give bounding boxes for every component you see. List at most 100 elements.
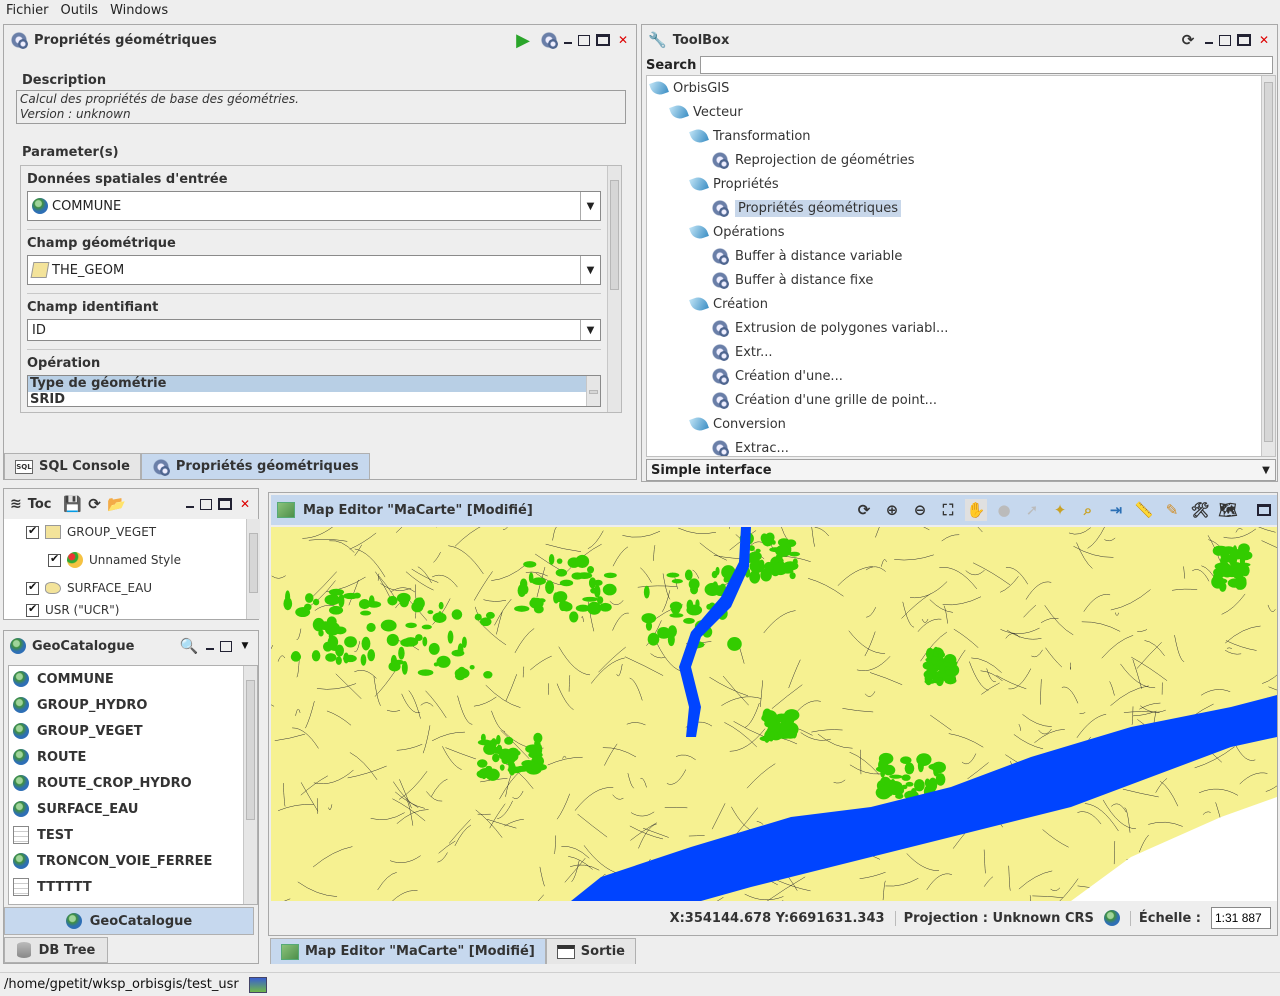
save-icon[interactable]: 💾 <box>62 493 84 515</box>
list-item[interactable]: ROUTE_CROP_HYDRO <box>9 770 257 796</box>
tree-folder[interactable]: Conversion <box>689 412 786 436</box>
minimize-icon[interactable] <box>206 642 214 650</box>
zoom-out-icon[interactable]: ⊖ <box>909 499 931 521</box>
refresh-icon[interactable]: ⟳ <box>84 493 106 515</box>
map-rendering[interactable] <box>271 527 1277 901</box>
tab-db-tree[interactable]: DB Tree <box>4 937 108 963</box>
simple-interface-combo[interactable]: Simple interface ▼ <box>646 459 1276 481</box>
list-item[interactable]: SURFACE_EAU <box>9 796 257 822</box>
info-icon[interactable]: ● <box>993 499 1015 521</box>
list-item[interactable]: COMMUNE <box>9 666 257 692</box>
checkbox[interactable] <box>48 552 61 567</box>
chevron-down-icon[interactable]: ▼ <box>580 256 600 284</box>
close-icon[interactable]: ✕ <box>1257 33 1271 47</box>
chevron-down-icon[interactable]: ▼ <box>580 320 600 340</box>
chevron-down-icon[interactable]: ▼ <box>238 639 252 653</box>
select-icon[interactable]: ➚ <box>1021 499 1043 521</box>
chevron-down-icon[interactable]: ▼ <box>580 192 600 220</box>
search-icon[interactable]: 🔍 <box>178 635 200 657</box>
scrollbar[interactable] <box>586 376 600 406</box>
tree-tool[interactable]: Extrac... <box>711 436 789 456</box>
toc-layer[interactable]: USR ("UCR") <box>26 603 119 617</box>
export-icon[interactable]: ⇥ <box>1105 499 1127 521</box>
list-item[interactable]: Type de géométrie <box>28 376 600 392</box>
checkbox[interactable] <box>26 524 39 539</box>
zoom-in-icon[interactable]: ⊕ <box>881 499 903 521</box>
scrollbar[interactable] <box>1261 76 1275 456</box>
folder-icon[interactable]: 📂 <box>106 493 128 515</box>
tab-geocatalogue[interactable]: GeoCatalogue <box>4 907 254 935</box>
maximize-icon[interactable] <box>1257 504 1271 516</box>
minimize-icon[interactable] <box>186 500 194 508</box>
scale-input[interactable] <box>1211 907 1271 929</box>
checkbox[interactable] <box>26 580 39 595</box>
tab-sortie[interactable]: Sortie <box>545 938 636 964</box>
list-item[interactable]: SRID <box>28 392 600 406</box>
find-icon[interactable]: ⌕ <box>1077 499 1099 521</box>
id-field-combo[interactable]: ID ▼ <box>27 319 601 341</box>
run-icon[interactable]: ▶ <box>512 29 534 51</box>
tree-folder[interactable]: Transformation <box>689 124 811 148</box>
list-item[interactable]: TRONCON_VOIE_FERREE <box>9 848 257 874</box>
tree-tool[interactable]: Buffer à distance fixe <box>711 268 873 292</box>
crs-icon[interactable] <box>1103 910 1120 926</box>
float-icon[interactable] <box>220 640 232 652</box>
maximize-icon[interactable] <box>218 498 232 510</box>
tab-sql-console[interactable]: SQL SQL Console <box>4 453 141 479</box>
tree-tool[interactable]: Extr... <box>711 340 773 364</box>
list-item[interactable]: GROUP_HYDRO <box>9 692 257 718</box>
input-data-combo[interactable]: COMMUNE ▼ <box>27 191 601 221</box>
maximize-icon[interactable] <box>596 34 610 46</box>
map-canvas[interactable] <box>271 527 1277 901</box>
maximize-icon[interactable] <box>1237 34 1251 46</box>
menu-outils[interactable]: Outils <box>55 3 105 18</box>
tree-tool[interactable]: Création d'une... <box>711 364 843 388</box>
toc-style[interactable]: Unnamed Style <box>48 549 181 571</box>
minimize-icon[interactable] <box>1205 36 1213 44</box>
tab-geometric-properties[interactable]: Propriétés géométriques <box>140 453 370 479</box>
geom-field-combo[interactable]: THE_GEOM ▼ <box>27 255 601 285</box>
close-icon[interactable]: ✕ <box>616 33 630 47</box>
refresh-icon[interactable]: ⟳ <box>853 499 875 521</box>
menu-fichier[interactable]: Fichier <box>0 3 55 18</box>
tree-tool[interactable]: Propriétés géométriques <box>711 196 902 220</box>
zoom-extent-icon[interactable]: ⛶ <box>937 499 959 521</box>
list-item[interactable]: ROUTE <box>9 744 257 770</box>
tree-folder[interactable]: OrbisGIS <box>649 76 729 100</box>
scrollbar[interactable] <box>607 166 621 412</box>
tree-folder[interactable]: Opérations <box>689 220 784 244</box>
tree-folder[interactable]: Vecteur <box>669 100 743 124</box>
tree-tool[interactable]: Création d'une grille de point... <box>711 388 937 412</box>
pan-icon[interactable]: ✋ <box>965 499 987 521</box>
tree-tool[interactable]: Reprojection de géométries <box>711 148 915 172</box>
toc-layer[interactable]: GROUP_VEGET <box>26 521 156 543</box>
measure-icon[interactable]: ✦ <box>1049 499 1071 521</box>
float-icon[interactable] <box>200 498 212 510</box>
refresh-icon[interactable]: ⟳ <box>1177 29 1199 51</box>
tree-folder[interactable]: Propriétés <box>689 172 779 196</box>
edit-icon[interactable]: ✎ <box>1161 499 1183 521</box>
scrollbar[interactable] <box>246 519 260 619</box>
workspace-icon[interactable] <box>248 976 267 993</box>
tools-icon[interactable]: 🛠 <box>1189 499 1211 521</box>
float-icon[interactable] <box>1219 34 1231 46</box>
tree-tool[interactable]: Buffer à distance variable <box>711 244 902 268</box>
scrollbar[interactable] <box>243 666 257 904</box>
run-batch-icon[interactable] <box>540 31 558 49</box>
ruler-icon[interactable]: 📏 <box>1133 499 1155 521</box>
chevron-down-icon[interactable]: ▼ <box>1257 465 1275 476</box>
layer-save-icon[interactable]: 🗺 <box>1217 499 1239 521</box>
search-input[interactable] <box>700 56 1273 74</box>
list-item[interactable]: TTTTTT <box>9 874 257 900</box>
operation-list[interactable]: Type de géométrie SRID <box>27 375 601 407</box>
tree-tool[interactable]: Extrusion de polygones variabl... <box>711 316 948 340</box>
close-icon[interactable]: ✕ <box>238 497 252 511</box>
tree-folder[interactable]: Création <box>689 292 768 316</box>
menu-windows[interactable]: Windows <box>104 3 174 18</box>
minimize-icon[interactable] <box>564 36 572 44</box>
checkbox[interactable] <box>26 603 39 617</box>
float-icon[interactable] <box>578 34 590 46</box>
list-item[interactable]: TEST <box>9 822 257 848</box>
list-item[interactable]: GROUP_VEGET <box>9 718 257 744</box>
toc-layer[interactable]: SURFACE_EAU <box>26 577 152 599</box>
